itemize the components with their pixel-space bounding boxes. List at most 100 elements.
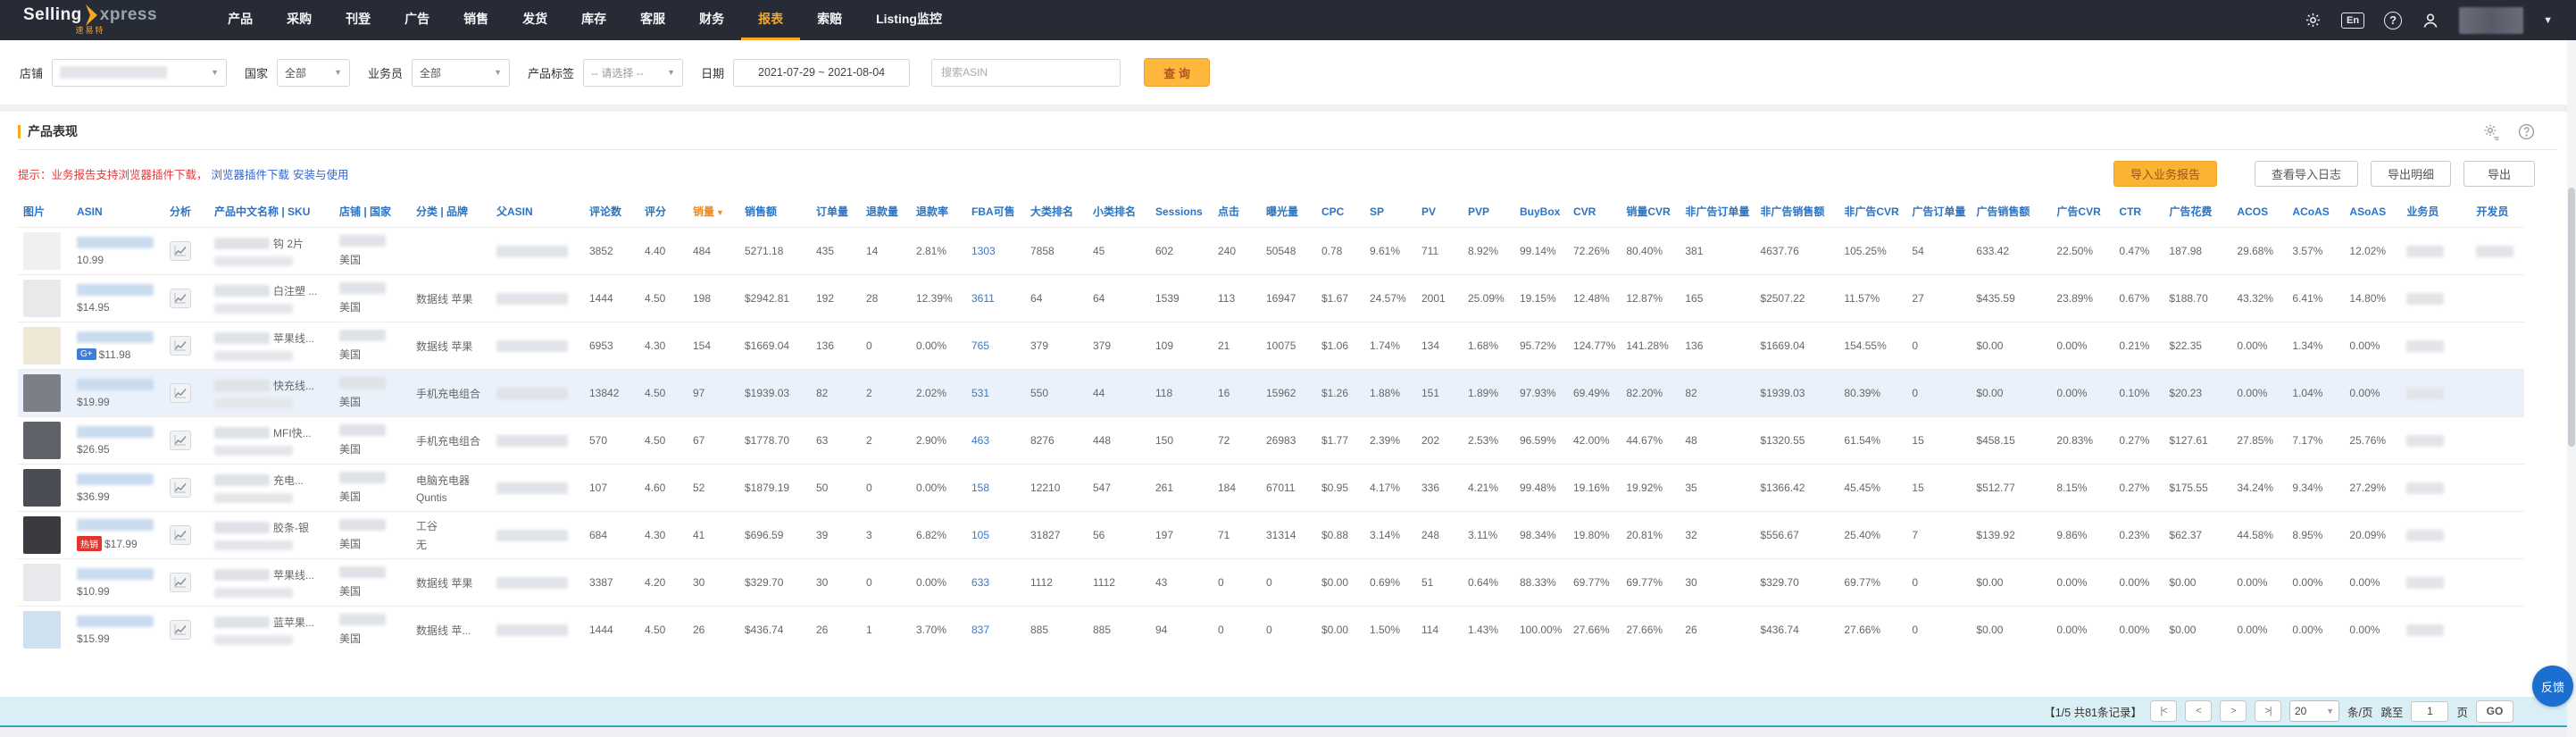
go-button[interactable]: GO	[2476, 700, 2513, 723]
table-row[interactable]: $10.99苹果线...美国数据线 苹果33874.2030$329.70300…	[18, 559, 2524, 607]
date-range-picker[interactable]: 2021-07-29 ~ 2021-08-04	[733, 59, 910, 87]
user-avatar-icon[interactable]	[2422, 12, 2439, 29]
page-size-select[interactable]: 20 ▼	[2289, 700, 2339, 722]
column-header-26[interactable]: CVR	[1568, 196, 1621, 228]
analysis-chart-button[interactable]	[170, 620, 191, 640]
column-header-28[interactable]: 非广告订单量	[1680, 196, 1755, 228]
column-header-35[interactable]: 广告花费	[2163, 196, 2231, 228]
settings-gear-icon[interactable]	[2305, 12, 2322, 29]
column-header-6[interactable]: 分类 | 品牌	[411, 196, 491, 228]
cell-fba-stock[interactable]: 3611	[966, 275, 1025, 322]
scrollbar-thumb[interactable]	[2568, 188, 2575, 447]
column-header-1[interactable]: 图片	[18, 196, 71, 228]
column-header-31[interactable]: 广告订单量	[1906, 196, 1971, 228]
table-row[interactable]: 10.99钩 2片美国38524.404845271.18435142.81%1…	[18, 228, 2524, 275]
column-header-36[interactable]: ACOS	[2231, 196, 2287, 228]
cell-fba-stock[interactable]: 1303	[966, 228, 1025, 275]
panel-help-icon[interactable]	[2518, 123, 2535, 140]
cell-fba-stock[interactable]: 158	[966, 465, 1025, 512]
analysis-chart-button[interactable]	[170, 431, 191, 450]
vertical-scrollbar[interactable]	[2567, 40, 2576, 737]
column-header-11[interactable]: 销售额	[739, 196, 811, 228]
analysis-chart-button[interactable]	[170, 525, 191, 545]
column-header-39[interactable]: 业务员	[2401, 196, 2471, 228]
query-button[interactable]: 查 询	[1144, 58, 1210, 87]
column-header-16[interactable]: 大类排名	[1025, 196, 1088, 228]
column-header-12[interactable]: 订单量	[811, 196, 861, 228]
nav-item-5[interactable]: 销售	[446, 0, 505, 40]
jump-page-input[interactable]	[2411, 701, 2448, 722]
view-import-log-button[interactable]: 查看导入日志	[2255, 161, 2358, 187]
column-header-29[interactable]: 非广告销售额	[1755, 196, 1838, 228]
nav-item-12[interactable]: Listing监控	[859, 0, 959, 40]
cell-fba-stock[interactable]: 837	[966, 607, 1025, 654]
column-header-3[interactable]: 分析	[164, 196, 209, 228]
column-header-23[interactable]: PV	[1416, 196, 1463, 228]
table-row[interactable]: 热销$17.99胶条-银美国工谷无6844.3041$696.593936.82…	[18, 512, 2524, 559]
column-header-38[interactable]: ASoAS	[2344, 196, 2401, 228]
nav-item-6[interactable]: 发货	[505, 0, 564, 40]
nav-item-7[interactable]: 库存	[564, 0, 623, 40]
nav-item-1[interactable]: 产品	[211, 0, 270, 40]
nav-item-2[interactable]: 采购	[270, 0, 329, 40]
column-header-10[interactable]: 销量▼	[688, 196, 739, 228]
column-header-8[interactable]: 评论数	[584, 196, 639, 228]
column-header-2[interactable]: ASIN	[71, 196, 164, 228]
analysis-chart-button[interactable]	[170, 383, 191, 403]
language-switch-icon[interactable]: En	[2341, 13, 2364, 29]
cell-fba-stock[interactable]: 531	[966, 370, 1025, 417]
column-settings-gear-icon[interactable]	[2483, 123, 2500, 140]
nav-item-11[interactable]: 索赔	[800, 0, 859, 40]
analysis-chart-button[interactable]	[170, 336, 191, 356]
analysis-chart-button[interactable]	[170, 478, 191, 498]
shop-select[interactable]: ▼	[52, 59, 227, 87]
column-header-21[interactable]: CPC	[1316, 196, 1364, 228]
column-header-34[interactable]: CTR	[2113, 196, 2163, 228]
column-header-40[interactable]: 开发员	[2471, 196, 2524, 228]
analysis-chart-button[interactable]	[170, 289, 191, 308]
help-icon[interactable]: ?	[2384, 12, 2402, 29]
nav-item-3[interactable]: 刊登	[329, 0, 388, 40]
column-header-9[interactable]: 评分	[639, 196, 688, 228]
column-header-18[interactable]: Sessions	[1150, 196, 1213, 228]
column-header-33[interactable]: 广告CVR	[2051, 196, 2113, 228]
feedback-button[interactable]: 反馈	[2532, 666, 2573, 707]
cell-fba-stock[interactable]: 463	[966, 417, 1025, 465]
column-header-19[interactable]: 点击	[1213, 196, 1261, 228]
table-row[interactable]: $26.95MFI快...美国手机充电组合5704.5067$1778.7063…	[18, 417, 2524, 465]
cell-fba-stock[interactable]: 633	[966, 559, 1025, 607]
column-header-14[interactable]: 退款率	[911, 196, 966, 228]
plugin-download-link[interactable]: 浏览器插件下载	[212, 169, 290, 181]
nav-item-8[interactable]: 客服	[623, 0, 682, 40]
column-header-7[interactable]: 父ASIN	[491, 196, 584, 228]
column-header-32[interactable]: 广告销售额	[1971, 196, 2051, 228]
nav-item-10[interactable]: 报表	[741, 0, 800, 40]
first-page-button[interactable]: |<	[2150, 700, 2177, 722]
export-detail-button[interactable]: 导出明细	[2371, 161, 2451, 187]
export-button[interactable]: 导出	[2463, 161, 2535, 187]
column-header-24[interactable]: PVP	[1463, 196, 1514, 228]
install-guide-link[interactable]: 安装与使用	[293, 169, 349, 181]
column-header-15[interactable]: FBA可售	[966, 196, 1025, 228]
column-header-4[interactable]: 产品中文名称 | SKU	[209, 196, 334, 228]
cell-fba-stock[interactable]: 105	[966, 512, 1025, 559]
product-tag-select[interactable]: -- 请选择 -- ▼	[583, 59, 683, 87]
table-row[interactable]: $15.99蓝苹果...美国数据线 苹...14444.5026$436.742…	[18, 607, 2524, 654]
salesman-select[interactable]: 全部 ▼	[412, 59, 510, 87]
column-header-30[interactable]: 非广告CVR	[1838, 196, 1906, 228]
nav-item-4[interactable]: 广告	[388, 0, 446, 40]
column-header-27[interactable]: 销量CVR	[1621, 196, 1680, 228]
nav-item-9[interactable]: 财务	[682, 0, 741, 40]
table-row[interactable]: $14.95白注塑 ...美国数据线 苹果14444.50198$2942.81…	[18, 275, 2524, 322]
last-page-button[interactable]: >|	[2255, 700, 2281, 722]
column-header-25[interactable]: BuyBox	[1514, 196, 1568, 228]
table-row[interactable]: $36.99充电...美国电脑充电器Quntis1074.6052$1879.1…	[18, 465, 2524, 512]
next-page-button[interactable]: >	[2220, 700, 2247, 722]
table-row[interactable]: $19.99快充线...美国手机充电组合138424.5097$1939.038…	[18, 370, 2524, 417]
column-header-13[interactable]: 退款量	[861, 196, 911, 228]
analysis-chart-button[interactable]	[170, 573, 191, 592]
import-business-report-button[interactable]: 导入业务报告	[2113, 161, 2217, 187]
column-header-37[interactable]: ACoAS	[2287, 196, 2344, 228]
analysis-chart-button[interactable]	[170, 241, 191, 261]
table-row[interactable]: G+$11.98苹果线...美国数据线 苹果69534.30154$1669.0…	[18, 322, 2524, 370]
